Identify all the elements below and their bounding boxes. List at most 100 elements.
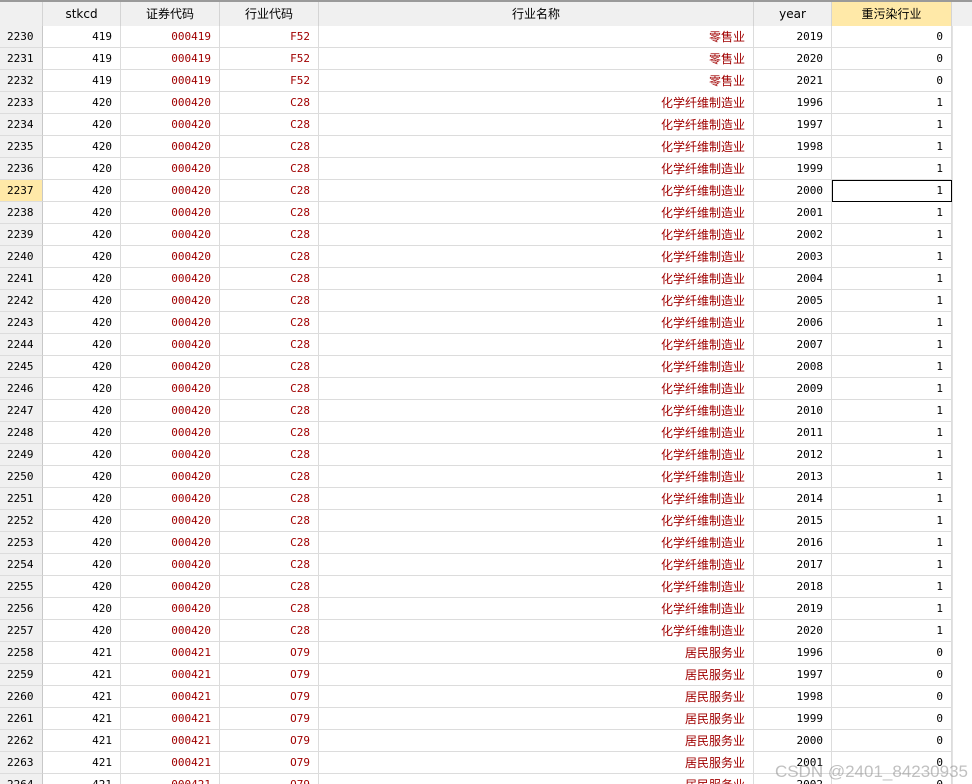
cell-year[interactable]: 2016 [754,532,832,554]
cell-industry-code[interactable]: C28 [220,422,319,444]
row-number[interactable]: 2249 [0,444,43,466]
cell-industry-code[interactable]: C28 [220,92,319,114]
cell-industry-code[interactable]: C28 [220,400,319,422]
cell-security-code[interactable]: 000420 [121,312,220,334]
cell-industry-code[interactable]: O79 [220,752,319,774]
cell-industry-name[interactable]: 居民服务业 [319,664,754,686]
cell-stkcd[interactable]: 420 [43,400,121,422]
cell-stkcd[interactable]: 421 [43,774,121,784]
cell-security-code[interactable]: 000420 [121,202,220,224]
cell-industry-code[interactable]: O79 [220,664,319,686]
cell-stkcd[interactable]: 420 [43,224,121,246]
table-row[interactable]: 2253 420 000420 C28 化学纤维制造业 2016 1 [0,532,972,554]
cell-industry-name[interactable]: 化学纤维制造业 [319,158,754,180]
cell-stkcd[interactable]: 421 [43,642,121,664]
cell-year[interactable]: 2019 [754,598,832,620]
cell-industry-name[interactable]: 化学纤维制造业 [319,532,754,554]
cell-security-code[interactable]: 000420 [121,444,220,466]
cell-industry-name[interactable]: 化学纤维制造业 [319,290,754,312]
cell-security-code[interactable]: 000420 [121,290,220,312]
cell-industry-name[interactable]: 化学纤维制造业 [319,598,754,620]
cell-heavy-pollution[interactable]: 1 [832,202,952,224]
column-header-year[interactable]: year [754,2,832,26]
row-number[interactable]: 2236 [0,158,43,180]
cell-industry-name[interactable]: 化学纤维制造业 [319,620,754,642]
row-number[interactable]: 2260 [0,686,43,708]
cell-industry-name[interactable]: 化学纤维制造业 [319,92,754,114]
row-number[interactable]: 2247 [0,400,43,422]
cell-heavy-pollution[interactable]: 0 [832,26,952,48]
scrollbar-area[interactable] [952,26,972,784]
cell-industry-code[interactable]: C28 [220,378,319,400]
cell-industry-name[interactable]: 化学纤维制造业 [319,246,754,268]
cell-industry-code[interactable]: C28 [220,136,319,158]
cell-stkcd[interactable]: 419 [43,48,121,70]
column-header-security-code[interactable]: 证券代码 [121,2,220,26]
cell-stkcd[interactable]: 420 [43,444,121,466]
table-row[interactable]: 2247 420 000420 C28 化学纤维制造业 2010 1 [0,400,972,422]
cell-year[interactable]: 2012 [754,444,832,466]
cell-security-code[interactable]: 000420 [121,620,220,642]
table-row[interactable]: 2257 420 000420 C28 化学纤维制造业 2020 1 [0,620,972,642]
cell-heavy-pollution[interactable]: 1 [832,378,952,400]
table-row[interactable]: 2242 420 000420 C28 化学纤维制造业 2005 1 [0,290,972,312]
cell-industry-name[interactable]: 零售业 [319,48,754,70]
cell-industry-code[interactable]: C28 [220,444,319,466]
cell-heavy-pollution[interactable]: 0 [832,686,952,708]
cell-industry-code[interactable]: C28 [220,620,319,642]
cell-security-code[interactable]: 000420 [121,422,220,444]
cell-heavy-pollution[interactable]: 1 [832,312,952,334]
cell-industry-code[interactable]: O79 [220,708,319,730]
cell-stkcd[interactable]: 420 [43,202,121,224]
cell-industry-code[interactable]: O79 [220,774,319,784]
cell-stkcd[interactable]: 420 [43,180,121,202]
cell-industry-name[interactable]: 化学纤维制造业 [319,224,754,246]
table-row[interactable]: 2252 420 000420 C28 化学纤维制造业 2015 1 [0,510,972,532]
cell-stkcd[interactable]: 420 [43,268,121,290]
row-number[interactable]: 2244 [0,334,43,356]
row-number[interactable]: 2241 [0,268,43,290]
cell-stkcd[interactable]: 420 [43,488,121,510]
cell-security-code[interactable]: 000421 [121,730,220,752]
cell-year[interactable]: 1999 [754,708,832,730]
row-number[interactable]: 2237 [0,180,43,202]
cell-year[interactable]: 2014 [754,488,832,510]
cell-industry-code[interactable]: C28 [220,466,319,488]
row-number[interactable]: 2264 [0,774,43,784]
row-number[interactable]: 2258 [0,642,43,664]
cell-industry-code[interactable]: C28 [220,158,319,180]
cell-industry-code[interactable]: O79 [220,730,319,752]
cell-security-code[interactable]: 000420 [121,334,220,356]
cell-industry-name[interactable]: 居民服务业 [319,686,754,708]
cell-year[interactable]: 2000 [754,730,832,752]
cell-industry-code[interactable]: C28 [220,598,319,620]
cell-heavy-pollution[interactable]: 1 [832,598,952,620]
cell-industry-name[interactable]: 化学纤维制造业 [319,378,754,400]
cell-heavy-pollution[interactable]: 1 [832,576,952,598]
cell-year[interactable]: 2004 [754,268,832,290]
cell-stkcd[interactable]: 420 [43,246,121,268]
cell-heavy-pollution[interactable]: 1 [832,488,952,510]
cell-heavy-pollution[interactable]: 0 [832,730,952,752]
cell-year[interactable]: 1996 [754,642,832,664]
cell-year[interactable]: 2020 [754,620,832,642]
table-row[interactable]: 2258 421 000421 O79 居民服务业 1996 0 [0,642,972,664]
cell-industry-name[interactable]: 化学纤维制造业 [319,180,754,202]
cell-industry-name[interactable]: 化学纤维制造业 [319,422,754,444]
cell-industry-code[interactable]: F52 [220,70,319,92]
row-number[interactable]: 2248 [0,422,43,444]
cell-heavy-pollution[interactable]: 1 [832,136,952,158]
cell-year[interactable]: 2020 [754,48,832,70]
cell-security-code[interactable]: 000420 [121,400,220,422]
cell-stkcd[interactable]: 420 [43,510,121,532]
cell-industry-code[interactable]: C28 [220,554,319,576]
cell-industry-code[interactable]: C28 [220,312,319,334]
table-row[interactable]: 2249 420 000420 C28 化学纤维制造业 2012 1 [0,444,972,466]
cell-heavy-pollution[interactable]: 1 [832,356,952,378]
cell-industry-name[interactable]: 零售业 [319,70,754,92]
cell-heavy-pollution[interactable]: 0 [832,48,952,70]
cell-heavy-pollution[interactable]: 1 [832,422,952,444]
row-number[interactable]: 2252 [0,510,43,532]
cell-year[interactable]: 2000 [754,180,832,202]
table-row[interactable]: 2239 420 000420 C28 化学纤维制造业 2002 1 [0,224,972,246]
